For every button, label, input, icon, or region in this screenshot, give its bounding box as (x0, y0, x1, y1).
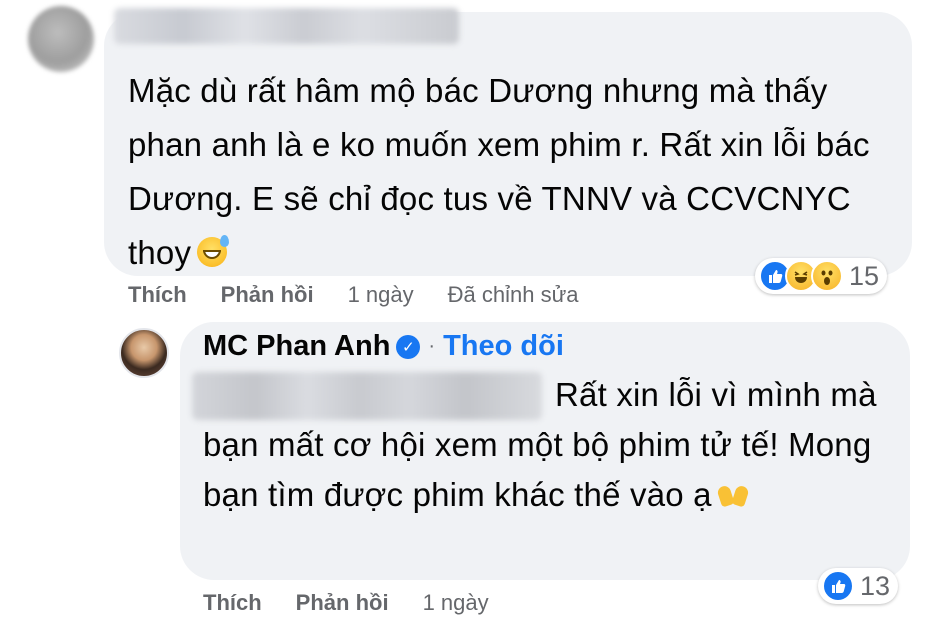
reply-text-block: Rất xin lỗi vì mình mà bạn mất cơ hội xe… (203, 370, 893, 520)
commenter-avatar[interactable] (28, 6, 94, 72)
wow-reaction-icon (811, 260, 843, 292)
reply-reactions[interactable]: 13 (818, 568, 899, 604)
reply-author-avatar[interactable] (119, 328, 169, 378)
commenter-name-redacted (114, 8, 459, 44)
reply-button[interactable]: Phản hồi (296, 590, 389, 616)
comment-actions: Thích Phản hồi 1 ngày Đã chỉnh sửa (128, 282, 613, 308)
sweat-smile-emoji-icon (197, 235, 230, 268)
reaction-count: 13 (860, 570, 891, 601)
reply-button[interactable]: Phản hồi (221, 282, 314, 308)
like-button[interactable]: Thích (128, 282, 187, 308)
comment-text: Mặc dù rất hâm mộ bác Dương nhưng mà thấ… (128, 72, 870, 271)
separator-dot: · (428, 335, 436, 357)
reaction-count: 15 (849, 260, 880, 291)
reply-text: Rất xin lỗi vì mình mà bạn mất cơ hội xe… (203, 376, 877, 513)
comment-text-block: Mặc dù rất hâm mộ bác Dương nhưng mà thấ… (128, 64, 898, 280)
reply-actions: Thích Phản hồi 1 ngày (203, 590, 523, 616)
like-reaction-icon (822, 570, 854, 602)
reply-timestamp[interactable]: 1 ngày (423, 590, 489, 616)
follow-button[interactable]: Theo dõi (443, 330, 564, 363)
reply-header: MC Phan Anh ✓ · Theo dõi (203, 330, 564, 363)
reply-author-name[interactable]: MC Phan Anh (203, 330, 390, 363)
comment-thread: Mặc dù rất hâm mộ bác Dương nhưng mà thấ… (0, 0, 946, 618)
comment-timestamp[interactable]: 1 ngày (348, 282, 414, 308)
verified-badge-icon: ✓ (396, 334, 421, 359)
like-button[interactable]: Thích (203, 590, 262, 616)
comment-reactions[interactable]: 15 (755, 258, 888, 294)
edited-label[interactable]: Đã chỉnh sửa (448, 282, 579, 308)
raising-hands-emoji-icon (718, 480, 748, 508)
